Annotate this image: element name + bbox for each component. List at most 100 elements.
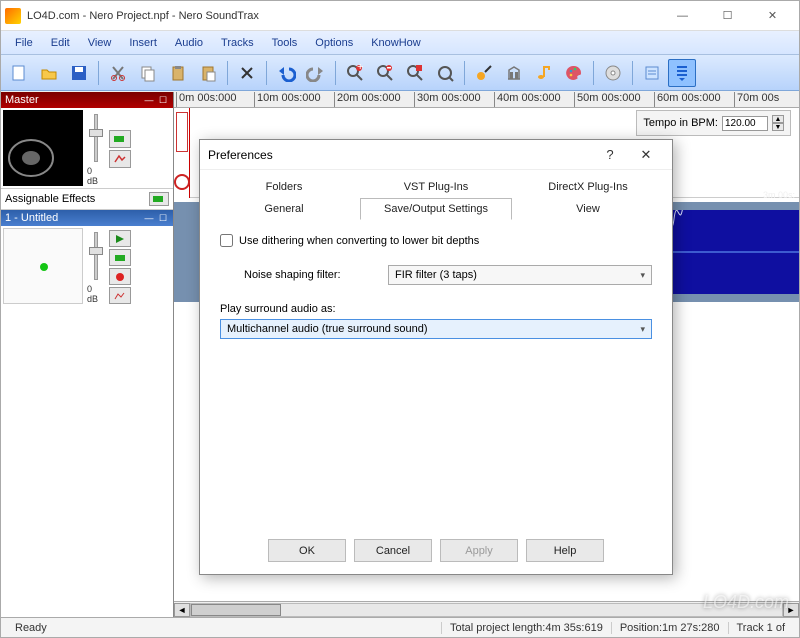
dialog-tabs: Folders VST Plug-Ins DirectX Plug-Ins Ge…	[200, 170, 672, 220]
delete-icon[interactable]	[233, 59, 261, 87]
svg-text:+: +	[357, 64, 363, 73]
tempo-input[interactable]	[722, 116, 768, 131]
scroll-right-icon[interactable]: ►	[783, 603, 799, 617]
sidebar: Master — ☐ 0 dB Assignable Effects 1 -	[1, 92, 174, 617]
paste-icon[interactable]	[164, 59, 192, 87]
tab-folders[interactable]: Folders	[208, 176, 360, 198]
cd-icon[interactable]	[599, 59, 627, 87]
open-icon[interactable]	[35, 59, 63, 87]
noise-filter-combo[interactable]: FIR filter (3 taps) ▾	[388, 265, 652, 285]
props-icon[interactable]	[638, 59, 666, 87]
cancel-button[interactable]: Cancel	[354, 539, 432, 562]
dialog-close-icon[interactable]: ✕	[628, 142, 664, 168]
note-icon[interactable]	[530, 59, 558, 87]
time-ruler[interactable]: 0m 00s:000 10m 00s:000 20m 00s:000 30m 0…	[174, 92, 799, 108]
ok-button[interactable]: OK	[268, 539, 346, 562]
undo-icon[interactable]	[272, 59, 300, 87]
cut-icon[interactable]	[104, 59, 132, 87]
panel-max-icon[interactable]: ☐	[157, 95, 169, 105]
dither-checkbox[interactable]	[220, 234, 233, 247]
ruler-tick: 50m 00s:000	[574, 92, 641, 107]
tab-directx[interactable]: DirectX Plug-Ins	[512, 176, 664, 198]
menu-knowhow[interactable]: KnowHow	[363, 34, 429, 52]
new-icon[interactable]	[5, 59, 33, 87]
master-panel: 0 dB	[1, 108, 173, 188]
master-btn1[interactable]	[109, 130, 131, 148]
zoom-out-icon[interactable]	[371, 59, 399, 87]
menu-file[interactable]: File	[7, 34, 41, 52]
dialog-help-icon[interactable]: ?	[592, 142, 628, 168]
minimize-button[interactable]: —	[660, 2, 705, 30]
status-track: Track 1 of	[728, 622, 794, 634]
menu-view[interactable]: View	[80, 34, 120, 52]
assignable-btn[interactable]	[149, 192, 169, 206]
track1-fx-icon[interactable]	[109, 287, 131, 304]
master-fader[interactable]: 0 dB	[87, 110, 105, 186]
close-button[interactable]: ✕	[750, 2, 795, 30]
ruler-tick: 70m 00s	[734, 92, 779, 107]
paste2-icon[interactable]	[194, 59, 222, 87]
horizontal-scrollbar[interactable]: ◄ ►	[174, 601, 799, 617]
pan-knob[interactable]	[3, 228, 83, 304]
scroll-thumb[interactable]	[191, 604, 281, 616]
help-button[interactable]: Help	[526, 539, 604, 562]
tab-general[interactable]: General	[208, 198, 360, 220]
surround-value: Multichannel audio (true surround sound)	[227, 323, 640, 335]
track1-rec-icon[interactable]	[109, 268, 131, 285]
clip-end-label: 3m 00s:	[763, 190, 795, 200]
track1-play-icon[interactable]	[109, 230, 131, 247]
copy-icon[interactable]	[134, 59, 162, 87]
zoom-in-icon[interactable]: +	[341, 59, 369, 87]
maximize-button[interactable]: ☐	[705, 2, 750, 30]
tab-vst[interactable]: VST Plug-Ins	[360, 176, 512, 198]
palette-icon[interactable]	[560, 59, 588, 87]
scroll-left-icon[interactable]: ◄	[174, 603, 190, 617]
status-ready: Ready	[7, 622, 127, 634]
menu-tracks[interactable]: Tracks	[213, 34, 262, 52]
menu-audio[interactable]: Audio	[167, 34, 211, 52]
menu-edit[interactable]: Edit	[43, 34, 78, 52]
status-total: Total project length:4m 35s:619	[441, 622, 611, 634]
master-btn2[interactable]	[109, 150, 131, 168]
zoom-fit-icon[interactable]	[431, 59, 459, 87]
chevron-down-icon: ▾	[640, 270, 645, 281]
tempo-down-icon[interactable]: ▼	[772, 123, 784, 131]
statusbar: Ready Total project length:4m 35s:619 Po…	[1, 617, 799, 637]
fx-icon[interactable]	[470, 59, 498, 87]
track1-max-icon[interactable]: ☐	[157, 213, 169, 223]
ruler-tick: 30m 00s:000	[414, 92, 481, 107]
surround-combo[interactable]: Multichannel audio (true surround sound)…	[220, 319, 652, 339]
app-icon	[5, 8, 21, 24]
status-position: Position:1m 27s:280	[611, 622, 728, 634]
zoom-sel-icon[interactable]	[401, 59, 429, 87]
toolbar: +	[1, 55, 799, 91]
track1-db: 0 dB	[87, 284, 105, 304]
master-preview	[3, 110, 83, 186]
master-title: Master	[5, 94, 39, 106]
tempo-label: Tempo in BPM:	[643, 117, 718, 129]
redo-icon[interactable]	[302, 59, 330, 87]
save-icon[interactable]	[65, 59, 93, 87]
master-panel-header: Master — ☐	[1, 92, 173, 108]
noise-filter-value: FIR filter (3 taps)	[395, 269, 640, 281]
tempo-up-icon[interactable]: ▲	[772, 115, 784, 123]
preferences-dialog: Preferences ? ✕ Folders VST Plug-Ins Dir…	[199, 139, 673, 575]
apply-button[interactable]: Apply	[440, 539, 518, 562]
master-db: 0 dB	[87, 166, 105, 186]
menu-tools[interactable]: Tools	[264, 34, 306, 52]
track1-title: 1 - Untitled	[5, 212, 58, 224]
track1-mute-icon[interactable]	[109, 249, 131, 266]
tab-view[interactable]: View	[512, 198, 664, 220]
library-icon[interactable]	[500, 59, 528, 87]
menu-options[interactable]: Options	[307, 34, 361, 52]
track1-fader[interactable]: 0 dB	[87, 228, 105, 304]
assignable-label: Assignable Effects	[5, 193, 95, 205]
ruler-tick: 60m 00s:000	[654, 92, 721, 107]
menu-insert[interactable]: Insert	[121, 34, 165, 52]
tab-save-output[interactable]: Save/Output Settings	[360, 198, 512, 220]
more-icon[interactable]	[668, 59, 696, 87]
ruler-tick: 10m 00s:000	[254, 92, 321, 107]
panel-min-icon[interactable]: —	[143, 95, 155, 105]
track1-min-icon[interactable]: —	[143, 213, 155, 223]
dither-label: Use dithering when converting to lower b…	[239, 235, 479, 247]
